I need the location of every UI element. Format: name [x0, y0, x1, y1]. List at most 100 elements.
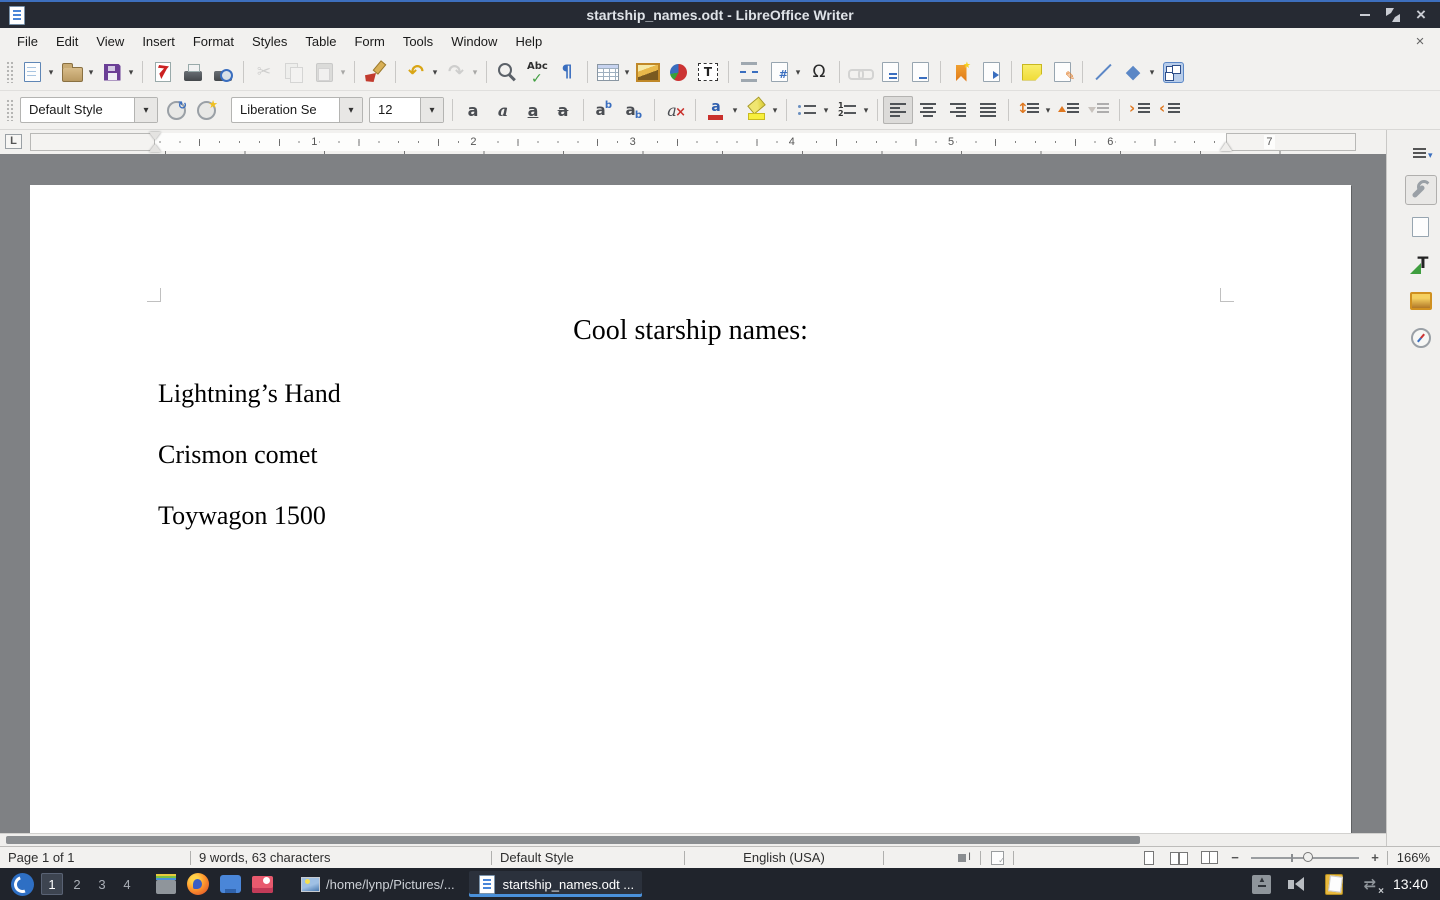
network-offline-icon[interactable]: [1356, 871, 1384, 897]
track-changes-button[interactable]: [1047, 58, 1077, 86]
firefox-icon[interactable]: [184, 871, 212, 897]
menu-format[interactable]: Format: [184, 30, 243, 53]
document-paragraph[interactable]: Lightning’s Hand: [158, 379, 341, 409]
close-window-button[interactable]: [1414, 8, 1428, 22]
book-view-button[interactable]: [1195, 847, 1223, 869]
tab-stop-type-selector[interactable]: L: [5, 134, 22, 149]
draw-functions-button[interactable]: [1158, 58, 1188, 86]
new-style-button[interactable]: [191, 96, 221, 124]
open-file-button[interactable]: [57, 58, 97, 86]
menu-styles[interactable]: Styles: [243, 30, 296, 53]
sb-gallery-button[interactable]: [1405, 286, 1437, 316]
highlight-color-button[interactable]: [741, 96, 781, 124]
menu-edit[interactable]: Edit: [47, 30, 87, 53]
clear-formatting-button[interactable]: [660, 96, 690, 124]
print-preview-button[interactable]: [208, 58, 238, 86]
line-spacing-dropdown-arrow[interactable]: [1044, 105, 1052, 116]
close-document-button[interactable]: ×: [1412, 33, 1428, 50]
horizontal-ruler[interactable]: 1234567: [30, 133, 1356, 151]
cross-reference-button[interactable]: [976, 58, 1006, 86]
insert-table-dropdown-arrow[interactable]: [623, 67, 631, 78]
word-count-status[interactable]: 9 words, 63 characters: [191, 850, 491, 865]
italic-button[interactable]: [488, 96, 518, 124]
workspace-1[interactable]: 1: [41, 873, 63, 895]
new-document-dropdown-arrow[interactable]: [47, 67, 55, 78]
subscript-button[interactable]: [619, 96, 649, 124]
left-indent-marker[interactable]: [149, 144, 161, 152]
bullet-list-button[interactable]: [792, 96, 832, 124]
document-paragraph[interactable]: Toywagon 1500: [158, 501, 326, 531]
workspace-3[interactable]: 3: [91, 873, 113, 895]
sb-styles-button[interactable]: [1405, 249, 1437, 279]
font-size-combo[interactable]: 12: [369, 97, 444, 123]
zoom-level-status[interactable]: 166%: [1388, 850, 1440, 865]
insert-line-button[interactable]: [1088, 58, 1118, 86]
undo-dropdown-arrow[interactable]: [431, 67, 439, 78]
strikethrough-button[interactable]: [548, 96, 578, 124]
basic-shapes-button[interactable]: [1118, 58, 1158, 86]
media-app-icon[interactable]: [248, 871, 276, 897]
eject-icon[interactable]: [1248, 871, 1276, 897]
align-right-button[interactable]: [943, 96, 973, 124]
toolbar-grip[interactable]: [6, 61, 13, 83]
font-color-dropdown-arrow[interactable]: [731, 105, 739, 116]
update-style-button[interactable]: [161, 96, 191, 124]
new-document-button[interactable]: [17, 58, 57, 86]
document-area[interactable]: Cool starship names: Lightning’s HandCri…: [0, 154, 1386, 833]
title-bar[interactable]: startship_names.odt - LibreOffice Writer: [0, 0, 1440, 28]
zoom-out-icon[interactable]: [1223, 849, 1247, 867]
bold-button[interactable]: [458, 96, 488, 124]
ruler-right-margin-zone[interactable]: [1226, 133, 1356, 151]
right-indent-marker[interactable]: [1220, 136, 1232, 151]
workspace-4[interactable]: 4: [116, 873, 138, 895]
maximize-button[interactable]: [1386, 8, 1400, 22]
numbered-list-button[interactable]: [832, 96, 872, 124]
insert-mode-button[interactable]: [950, 847, 978, 869]
superscript-button[interactable]: [589, 96, 619, 124]
selection-mode-button[interactable]: [983, 847, 1011, 869]
menu-view[interactable]: View: [87, 30, 133, 53]
special-character-button[interactable]: [804, 58, 834, 86]
paste-dropdown-arrow[interactable]: [339, 67, 347, 78]
menu-help[interactable]: Help: [506, 30, 551, 53]
sidebar-settings-button[interactable]: [1405, 138, 1437, 168]
insert-endnote-button[interactable]: [905, 58, 935, 86]
bullet-list-dropdown-arrow[interactable]: [822, 105, 830, 116]
clipboard-icon[interactable]: [1320, 871, 1348, 897]
menu-window[interactable]: Window: [442, 30, 506, 53]
menu-file[interactable]: File: [8, 30, 47, 53]
highlight-color-dropdown-arrow[interactable]: [771, 105, 779, 116]
ruler-left-margin-zone[interactable]: [30, 133, 155, 151]
menu-insert[interactable]: Insert: [133, 30, 184, 53]
zoom-slider[interactable]: [1251, 857, 1359, 859]
language-status[interactable]: English (USA): [685, 850, 883, 865]
multi-page-view-button[interactable]: [1165, 847, 1193, 869]
single-page-view-button[interactable]: [1135, 847, 1163, 869]
archive-app-icon[interactable]: [152, 871, 180, 897]
numbered-list-dropdown-arrow[interactable]: [862, 105, 870, 116]
menu-form[interactable]: Form: [345, 30, 393, 53]
line-spacing-button[interactable]: [1014, 96, 1054, 124]
spelling-button[interactable]: [522, 58, 552, 86]
indent-decrease-button[interactable]: [1155, 96, 1185, 124]
undo-button[interactable]: [401, 58, 441, 86]
doc-modified-button[interactable]: [1016, 847, 1044, 869]
insert-footnote-button[interactable]: [875, 58, 905, 86]
insert-table-button[interactable]: [593, 58, 633, 86]
page-number-status[interactable]: Page 1 of 1: [0, 850, 190, 865]
underline-button[interactable]: [518, 96, 548, 124]
menu-table[interactable]: Table: [296, 30, 345, 53]
indent-increase-button[interactable]: [1125, 96, 1155, 124]
workspace-2[interactable]: 2: [66, 873, 88, 895]
task-window-button[interactable]: /home/lynp/Pictures/...: [292, 871, 463, 897]
font-size-dropdown[interactable]: [420, 98, 443, 122]
font-name-dropdown[interactable]: [339, 98, 362, 122]
font-name-value[interactable]: Liberation Se: [232, 98, 339, 122]
horizontal-scrollbar[interactable]: [0, 833, 1386, 846]
document-paragraph[interactable]: Crismon comet: [158, 440, 318, 470]
toolbar-grip[interactable]: [6, 99, 13, 121]
align-center-button[interactable]: [913, 96, 943, 124]
basic-shapes-dropdown-arrow[interactable]: [1148, 67, 1156, 78]
save-button[interactable]: [97, 58, 137, 86]
font-color-button[interactable]: [701, 96, 741, 124]
